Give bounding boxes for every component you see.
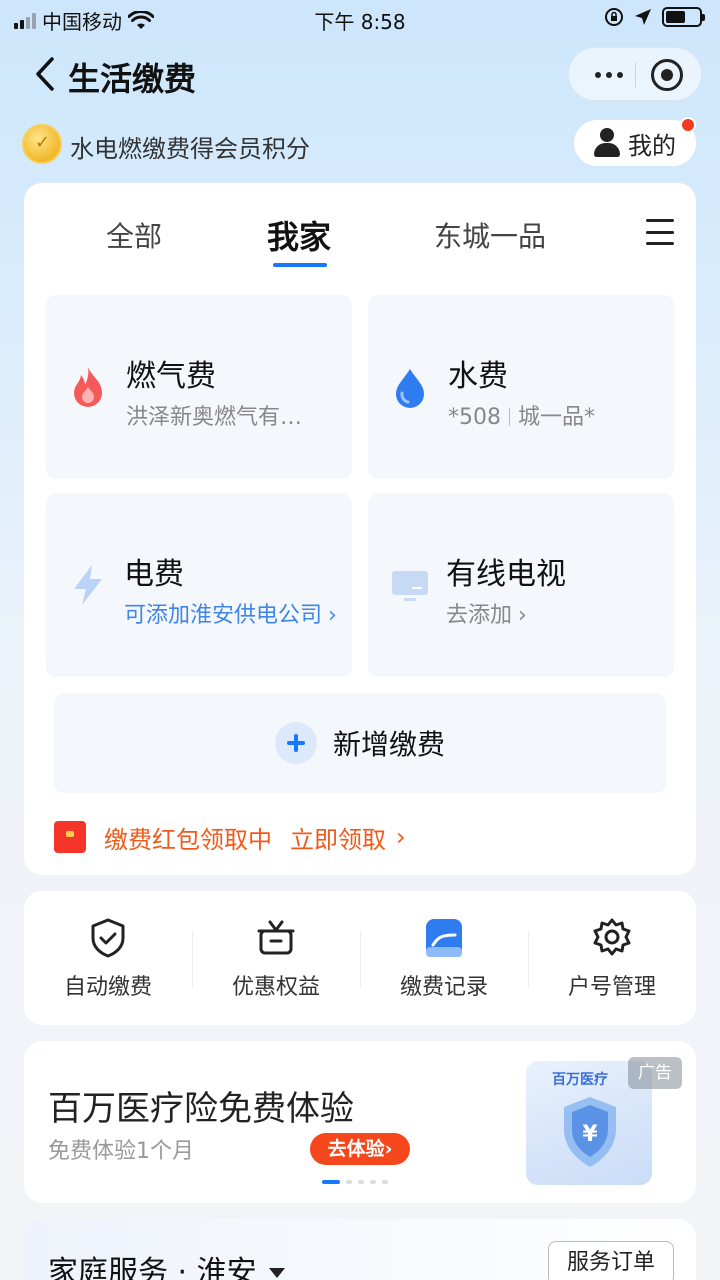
shortcut-records[interactable]: 缴费记录 <box>360 915 528 1015</box>
chevron-right-icon: › <box>396 823 406 851</box>
ad-title: 百万医疗险免费体验 <box>48 1089 354 1129</box>
back-arrow-icon[interactable] <box>30 56 60 92</box>
member-points-text[interactable]: 水电燃缴费得会员积分 <box>70 129 310 164</box>
add-bill-label: 新增缴费 <box>332 728 445 761</box>
tile-electric[interactable]: 电费 可添加淮安供电公司 › <box>46 493 352 677</box>
rotation-lock-icon <box>605 8 623 26</box>
caret-down-icon <box>268 1268 285 1278</box>
mini-program-capsule <box>568 47 702 101</box>
lightning-icon <box>74 565 102 605</box>
cable-tv-name: 有线电视 <box>446 557 566 592</box>
gift-icon <box>257 920 295 955</box>
location-arrow-icon <box>635 9 651 25</box>
tile-cable-tv[interactable]: 有线电视 去添加 › <box>368 493 674 677</box>
status-bar: 中国移动 下午 8:58 <box>0 0 720 40</box>
mine-button[interactable]: 我的 <box>574 117 696 166</box>
gas-name: 燃气费 <box>126 359 216 394</box>
shield-yen-icon: ¥ <box>564 1097 616 1167</box>
close-target-icon[interactable] <box>651 59 683 91</box>
family-services-label: 家庭服务 · 淮安 <box>48 1255 257 1280</box>
tile-gas[interactable]: 燃气费 洪泽新奥燃气有… <box>46 295 352 479</box>
cable-tv-hint-text: 去添加 <box>446 603 513 628</box>
chevron-right-icon: › <box>518 603 527 628</box>
capsule-divider <box>635 62 636 88</box>
water-account: *508 城一品* <box>448 399 595 431</box>
electric-name: 电费 <box>124 557 184 592</box>
ad-cta-button[interactable]: 去体验› <box>310 1133 410 1165</box>
water-sub-separator <box>509 408 510 426</box>
menu-icon[interactable] <box>646 219 674 245</box>
gear-icon <box>593 918 631 956</box>
person-icon <box>594 128 620 158</box>
ad-banner[interactable]: 百万医疗险免费体验 免费体验1个月 去体验› 百万医疗 ¥ 广告 <box>24 1041 696 1203</box>
service-orders-button[interactable]: 服务订单 <box>548 1241 674 1280</box>
promo-text: 缴费红包领取中 <box>104 825 272 854</box>
tv-icon <box>392 571 428 601</box>
medal-icon <box>22 124 62 164</box>
nav-bar: 生活缴费 <box>0 46 720 102</box>
page-title: 生活缴费 <box>68 60 197 98</box>
flame-icon <box>74 367 102 407</box>
promo-action[interactable]: 立即领取 <box>290 820 386 855</box>
tab-my-home[interactable]: 我家 <box>267 212 331 258</box>
shortcuts-card: 自动缴费 优惠权益 缴费记录 户号管理 <box>24 891 696 1025</box>
ad-badge: 广告 <box>628 1057 682 1089</box>
water-name: 水费 <box>448 359 508 394</box>
red-packet-icon <box>54 821 86 853</box>
chevron-right-icon: › <box>328 603 337 628</box>
shortcut-label: 自动缴费 <box>63 975 152 1000</box>
water-account-address: 城一品* <box>518 405 596 430</box>
bills-card: 全部 我家 东城一品 燃气费 洪泽新奥燃气有… 水费 *508 城一品* 电费 可… <box>24 183 696 875</box>
family-services-title[interactable]: 家庭服务 · 淮安 <box>48 1247 285 1280</box>
add-bill-button[interactable]: 新增缴费 <box>54 693 666 793</box>
plus-icon <box>274 722 317 764</box>
notification-dot <box>680 117 696 133</box>
carousel-dots <box>322 1180 388 1184</box>
shortcut-label: 缴费记录 <box>399 975 488 1000</box>
tab-all[interactable]: 全部 <box>106 215 162 255</box>
record-icon <box>426 919 462 957</box>
shield-check-icon <box>91 918 125 958</box>
tile-water[interactable]: 水费 *508 城一品* <box>368 295 674 479</box>
shortcut-auto-pay[interactable]: 自动缴费 <box>24 915 192 1015</box>
electric-hint-text: 可添加淮安供电公司 <box>124 603 323 628</box>
group-tabs: 全部 我家 东城一品 <box>24 209 696 269</box>
family-services-card: 家庭服务 · 淮安 服务订单 <box>24 1219 696 1280</box>
active-tab-indicator <box>273 263 327 267</box>
shortcut-benefits[interactable]: 优惠权益 <box>192 915 360 1015</box>
cable-tv-hint[interactable]: 去添加 › <box>446 597 527 629</box>
red-packet-promo[interactable]: 缴费红包领取中 立即领取 › <box>54 819 406 855</box>
status-right <box>604 7 705 27</box>
member-points-banner: 水电燃缴费得会员积分 我的 <box>22 117 702 168</box>
shortcut-label: 户号管理 <box>567 975 656 1000</box>
ad-image-brand: 百万医疗 <box>552 1072 608 1088</box>
svg-text:¥: ¥ <box>582 1122 598 1147</box>
shortcut-account-manage[interactable]: 户号管理 <box>528 915 696 1015</box>
shortcut-label: 优惠权益 <box>231 975 320 1000</box>
water-account-number: *508 <box>448 405 501 430</box>
water-drop-icon <box>396 369 424 408</box>
more-dots-icon[interactable] <box>589 60 629 90</box>
ad-subtitle: 免费体验1个月 <box>48 1139 194 1164</box>
tab-dongcheng[interactable]: 东城一品 <box>434 215 546 255</box>
electric-hint[interactable]: 可添加淮安供电公司 › <box>124 597 337 629</box>
gas-provider: 洪泽新奥燃气有… <box>126 405 303 430</box>
mine-label: 我的 <box>628 131 676 160</box>
ad-cta-label: 去体验 <box>327 1138 385 1160</box>
battery-icon <box>662 7 705 27</box>
